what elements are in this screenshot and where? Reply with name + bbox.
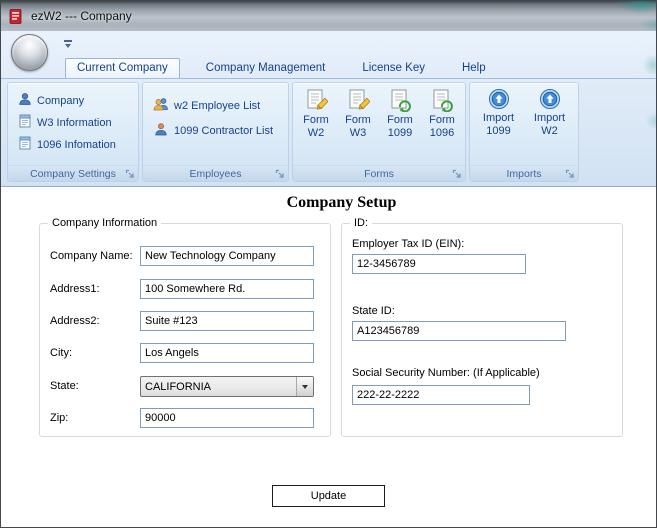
city-input[interactable]	[140, 343, 314, 363]
group-label-bar: Imports	[470, 165, 578, 181]
form-1096-button[interactable]: Form 1096	[422, 86, 462, 164]
tab-current-company[interactable]: Current Company	[65, 58, 180, 78]
form-pencil-icon	[346, 88, 370, 112]
ribbon-body: Company W3 Information 1096 Infomation C…	[1, 79, 656, 187]
import-w2-button[interactable]: Import W2	[525, 86, 574, 164]
ribbon-group-forms: Form W2 Form W3 Form 1099 Form 1096 Form…	[292, 82, 466, 182]
ribbon-item-label: W3 Information	[37, 116, 112, 129]
group-label-bar: Company Settings	[8, 165, 138, 181]
window-title: ezW2 --- Company	[31, 9, 132, 23]
ribbon-item-label: 1096 Infomation	[37, 138, 116, 151]
quick-access-customize-button[interactable]	[59, 37, 77, 51]
dialog-launcher-icon[interactable]	[125, 169, 135, 179]
ribbon-item-company[interactable]: Company	[18, 92, 138, 109]
button-label-line: Import	[482, 112, 515, 124]
application-menu-button[interactable]	[11, 34, 48, 71]
group-label-bar: Forms	[293, 165, 465, 181]
form-pencil-icon	[304, 88, 328, 112]
ein-label: Employer Tax ID (EIN):	[352, 238, 465, 250]
form-w2-button[interactable]: Form W2	[296, 86, 336, 164]
button-label-line: W2	[307, 127, 325, 139]
zip-input[interactable]	[140, 408, 314, 428]
ribbon-item-label: w2 Employee List	[174, 99, 261, 112]
tab-company-management[interactable]: Company Management	[195, 59, 337, 78]
form-1096-icon	[18, 136, 32, 153]
w3-form-icon	[18, 114, 32, 131]
group-label: Imports	[506, 167, 542, 180]
ssn-input[interactable]	[352, 385, 530, 405]
ribbon-tab-row: Current Company Company Management Licen…	[1, 55, 656, 79]
ribbon-group-imports: Import 1099 Import W2 Imports	[469, 82, 579, 182]
form-w3-button[interactable]: Form W3	[338, 86, 378, 164]
ribbon-item-w2-employee-list[interactable]: w2 Employee List	[153, 97, 288, 114]
company-name-input[interactable]	[140, 246, 314, 266]
ribbon: Current Company Company Management Licen…	[1, 31, 656, 187]
dropdown-arrow-button[interactable]	[296, 377, 313, 396]
ribbon-item-label: Company	[37, 94, 85, 107]
chevron-down-icon	[65, 44, 71, 48]
employee-list-icon	[153, 97, 169, 114]
state-select[interactable]: CALIFORNIA	[140, 376, 314, 397]
address2-input[interactable]	[140, 311, 314, 331]
address2-label: Address2:	[50, 315, 100, 327]
ribbon-group-employees: w2 Employee List 1099 Contractor List Em…	[142, 82, 289, 182]
button-label-line: Form	[387, 114, 413, 126]
button-label-line: Form	[345, 114, 371, 126]
company-information-groupbox: Company Information Company Name: Addres…	[39, 217, 331, 437]
address1-input[interactable]	[140, 279, 314, 299]
form-1099-button[interactable]: Form 1099	[380, 86, 420, 164]
ribbon-item-1096-information[interactable]: 1096 Infomation	[18, 136, 138, 153]
group-label: Company Settings	[30, 167, 116, 180]
tab-license-key[interactable]: License Key	[351, 59, 436, 78]
company-name-label: Company Name:	[50, 250, 133, 262]
groupbox-legend: Company Information	[48, 217, 162, 229]
titlebar[interactable]: ezW2 --- Company	[1, 1, 656, 31]
state-select-value: CALIFORNIA	[145, 380, 212, 393]
import-orb-icon	[488, 88, 510, 110]
groupbox-legend: ID:	[350, 217, 373, 229]
company-setup-panel: Company Setup Company Information Compan…	[1, 187, 656, 527]
button-label-line: Form	[429, 114, 455, 126]
button-label-line: Form	[303, 114, 329, 126]
group-label: Employees	[189, 167, 242, 180]
address1-label: Address1:	[50, 283, 100, 295]
button-label-line: W3	[349, 127, 367, 139]
dialog-launcher-icon[interactable]	[275, 169, 285, 179]
state-id-input[interactable]	[352, 321, 566, 341]
dialog-launcher-icon[interactable]	[565, 169, 575, 179]
ribbon-item-w3-information[interactable]: W3 Information	[18, 114, 138, 131]
page-title: Company Setup	[286, 194, 397, 211]
button-label-line: W2	[541, 125, 558, 137]
import-orb-icon	[539, 88, 561, 110]
group-label-bar: Employees	[143, 165, 288, 181]
ssn-label: Social Security Number: (If Applicable)	[352, 367, 540, 379]
zip-label: Zip:	[50, 412, 69, 424]
app-window: ezW2 --- Company Current Company Company…	[0, 0, 657, 528]
import-1099-button[interactable]: Import 1099	[474, 86, 523, 164]
app-icon	[9, 8, 24, 24]
company-person-icon	[18, 92, 32, 109]
button-label-line: 1096	[429, 127, 455, 139]
group-label: Forms	[364, 167, 394, 180]
button-label-line: Import	[533, 112, 566, 124]
ribbon-group-company-settings: Company W3 Information 1096 Infomation C…	[7, 82, 139, 182]
ribbon-item-1099-contractor-list[interactable]: 1099 Contractor List	[153, 122, 288, 139]
ribbon-item-label: 1099 Contractor List	[174, 124, 274, 137]
form-green-icon	[430, 88, 454, 112]
qat-customize-caret-icon	[64, 40, 72, 42]
contractor-list-icon	[153, 122, 169, 139]
id-groupbox: ID: Employer Tax ID (EIN): State ID: Soc…	[341, 217, 623, 437]
button-label-line: 1099	[387, 127, 413, 139]
state-id-label: State ID:	[352, 305, 395, 317]
update-button[interactable]: Update	[272, 485, 385, 507]
dropdown-arrow-icon	[302, 384, 308, 389]
button-label-line: 1099	[486, 125, 511, 137]
dialog-launcher-icon[interactable]	[452, 169, 462, 179]
form-green-icon	[388, 88, 412, 112]
ein-input[interactable]	[352, 254, 526, 274]
tab-help[interactable]: Help	[451, 59, 497, 78]
state-label: State:	[50, 380, 79, 392]
city-label: City:	[50, 347, 72, 359]
